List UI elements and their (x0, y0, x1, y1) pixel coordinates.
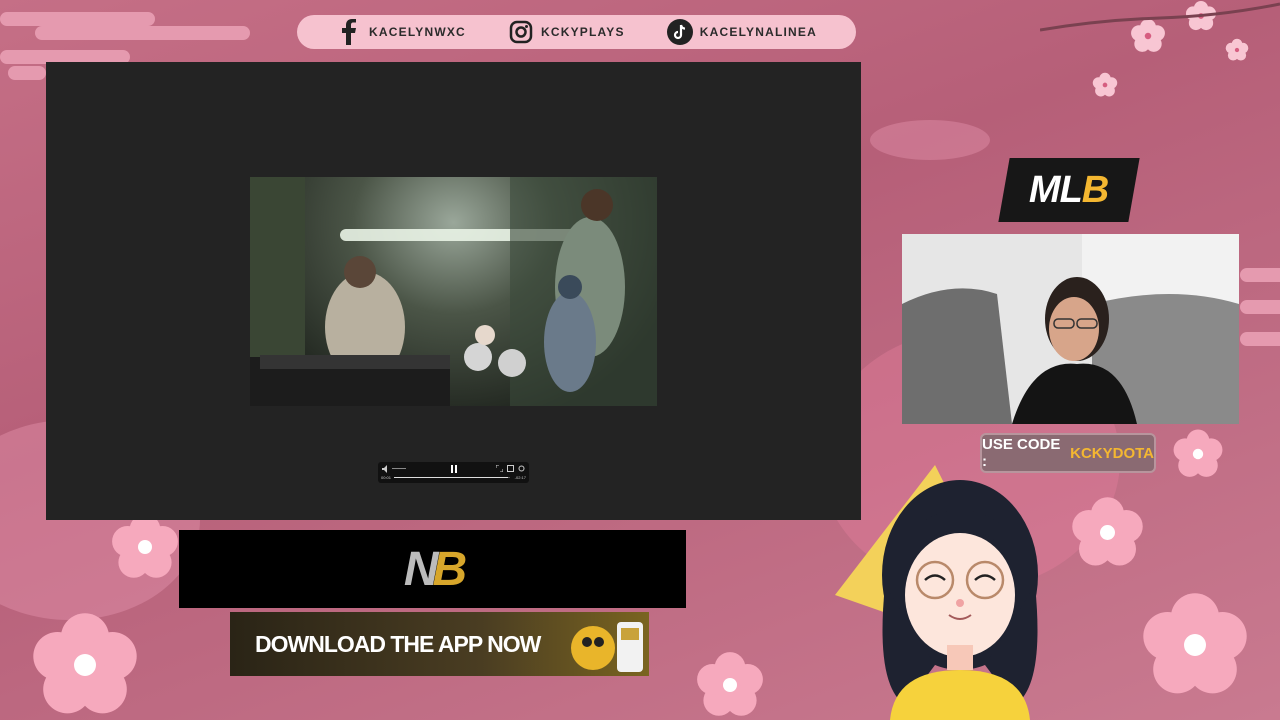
mlb-logo-accent: B (1082, 168, 1109, 211)
download-app-banner[interactable]: DOWNLOAD THE APP NOW (230, 612, 649, 676)
mlb-logo-main: ML (1029, 168, 1083, 211)
mascot-phone-icon (571, 622, 643, 672)
tiktok-handle: KACELYNALINEA (699, 25, 817, 39)
cherry-blossom-icon (1225, 38, 1249, 61)
bg-stripe (1240, 332, 1280, 346)
seek-progress (394, 477, 508, 478)
video-panel: 00:01 -02:17 (46, 62, 861, 520)
mlb-logo: MLB (998, 158, 1140, 222)
cherry-blossom-icon (33, 613, 137, 714)
bg-stripe (8, 66, 46, 80)
promo-code: KCKYDOTA (1070, 444, 1154, 462)
cherry-blossom-icon (112, 514, 178, 578)
webcam-feed (902, 234, 1239, 424)
bg-stripe (1240, 268, 1280, 282)
time-remaining: -02:17 (514, 475, 526, 480)
social-instagram[interactable]: KCKYPLAYS (508, 19, 625, 45)
webcam-scene (902, 234, 1239, 424)
download-text: DOWNLOAD THE APP NOW (255, 630, 541, 657)
cherry-blossom-icon (1092, 72, 1118, 97)
cherry-blossom-icon (1143, 593, 1247, 694)
time-current: 00:01 (381, 475, 392, 480)
facebook-handle: KACELYNWXC (369, 25, 466, 39)
settings-icon[interactable] (518, 465, 525, 472)
bg-cloud (870, 120, 990, 160)
instagram-handle: KCKYPLAYS (541, 25, 625, 39)
social-bar: KACELYNWXC KCKYPLAYS KACELYNALINEA (297, 15, 856, 49)
nb-logo: NB (403, 542, 468, 597)
pip-icon[interactable] (507, 465, 514, 472)
tiktok-icon (666, 19, 693, 45)
bg-stripe (35, 26, 250, 40)
cherry-blossom-icon (1072, 497, 1143, 566)
nb-logo-accent: B (432, 542, 468, 596)
cherry-blossom-icon (1173, 429, 1223, 477)
streamer-avatar (835, 465, 1038, 720)
social-tiktok[interactable]: KACELYNALINEA (666, 19, 817, 45)
facebook-icon (336, 19, 362, 45)
bg-stripe (1240, 300, 1280, 314)
sponsor-logo-banner: NB (179, 530, 686, 608)
band-video-scene (250, 177, 657, 406)
instagram-icon (508, 19, 534, 45)
seek-track[interactable] (394, 477, 510, 478)
branch-icon (1040, 2, 1280, 32)
pause-icon[interactable] (450, 465, 458, 473)
video-controls: 00:01 -02:17 (378, 462, 529, 483)
nb-logo-main: N (403, 542, 439, 596)
cherry-blossom-icon (697, 652, 763, 716)
social-facebook[interactable]: KACELYNWXC (336, 19, 466, 45)
bg-stripe (0, 12, 155, 26)
volume-slider[interactable] (392, 468, 406, 469)
fullscreen-icon[interactable] (496, 465, 503, 472)
video-frame[interactable] (250, 177, 657, 406)
volume-icon[interactable] (382, 465, 390, 473)
